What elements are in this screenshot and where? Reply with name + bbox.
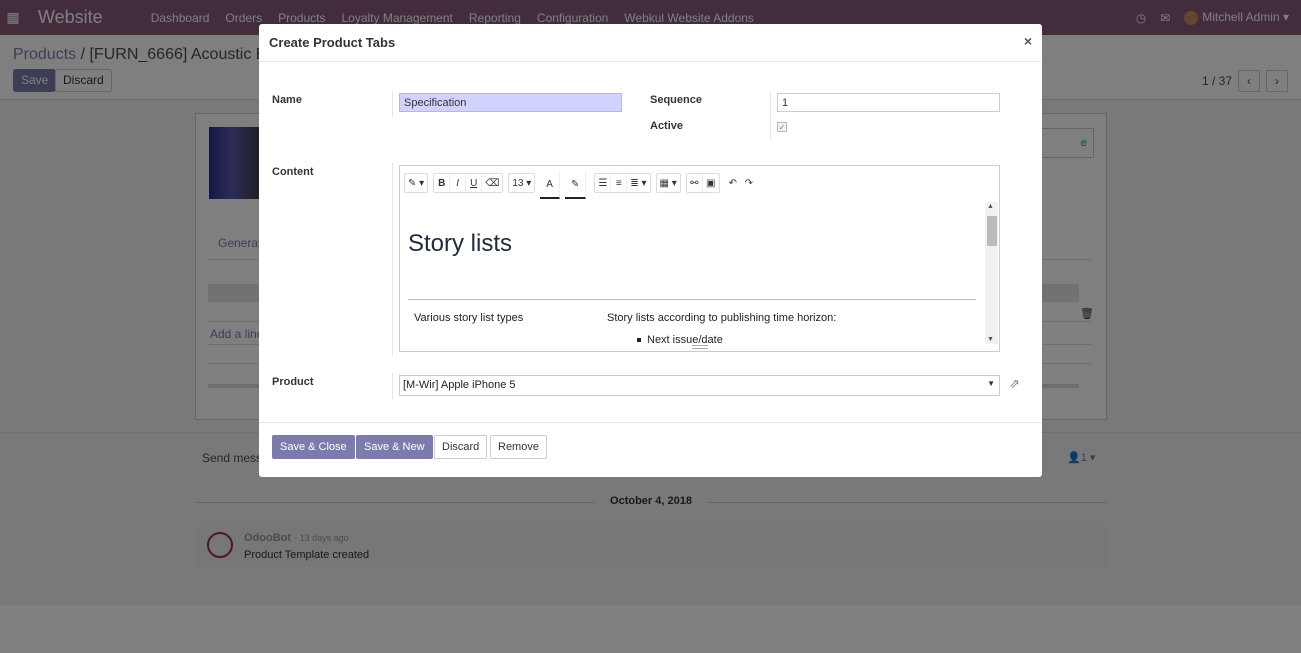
italic-icon[interactable]: I	[450, 174, 467, 192]
undo-icon[interactable]: ↶	[725, 174, 741, 192]
align-icon[interactable]: ≣ ▾	[627, 174, 649, 192]
sequence-input[interactable]	[777, 93, 1000, 112]
divider	[770, 91, 771, 139]
active-label: Active	[650, 120, 684, 132]
caret-down-icon[interactable]: ▼	[987, 379, 995, 388]
html-editor: ✎ ▾ B I U ⌫ 13 ▾ A ✎ ☰ ≡ ≣ ▾ ▦ ▾ ⚯ ▣ ↶ ↷	[399, 165, 1000, 352]
content-divider	[408, 299, 976, 300]
redo-icon[interactable]: ↷	[741, 174, 757, 192]
scrollbar-thumb[interactable]	[987, 216, 997, 246]
close-icon[interactable]: ×	[1024, 33, 1032, 49]
content-label: Content	[272, 166, 314, 178]
editor-content[interactable]: Story lists Various story list types Sto…	[400, 202, 985, 350]
scroll-down-icon[interactable]: ▼	[987, 336, 994, 343]
external-link-icon[interactable]: ⇗	[1009, 376, 1025, 392]
scroll-up-icon[interactable]: ▲	[987, 203, 994, 210]
save-new-button[interactable]: Save & New	[356, 435, 433, 459]
modal-header: Create Product Tabs ×	[259, 24, 1042, 62]
product-value: [M-Wir] Apple iPhone 5	[403, 379, 516, 391]
table-icon[interactable]: ▦ ▾	[657, 174, 680, 192]
content-list-item: Next issue/date	[637, 334, 723, 346]
editor-scrollbar[interactable]: ▲ ▼	[985, 202, 998, 344]
bold-icon[interactable]: B	[434, 174, 451, 192]
numbered-list-icon[interactable]: ≡	[611, 174, 628, 192]
text-color-icon[interactable]: A	[540, 171, 560, 199]
create-product-tabs-dialog: Create Product Tabs × Name Sequence Acti…	[259, 24, 1042, 477]
highlight-brush-icon[interactable]: ✎	[564, 171, 587, 199]
discard-button[interactable]: Discard	[434, 435, 488, 459]
content-cell: Story lists according to publishing time…	[607, 312, 837, 324]
divider	[392, 373, 393, 399]
product-label: Product	[272, 376, 314, 388]
save-close-button[interactable]: Save & Close	[272, 435, 355, 459]
resize-handle[interactable]	[692, 345, 708, 349]
font-size-value: 13	[512, 177, 524, 189]
image-icon[interactable]: ▣	[703, 174, 719, 192]
bullet-list-icon[interactable]: ☰	[595, 174, 612, 192]
underline-icon[interactable]: U	[466, 174, 483, 192]
remove-button[interactable]: Remove	[490, 435, 547, 459]
style-wand-icon[interactable]: ✎ ▾	[405, 174, 427, 192]
divider	[392, 163, 393, 356]
font-size-dropdown[interactable]: 13 ▾	[509, 174, 534, 192]
link-icon[interactable]: ⚯	[687, 174, 703, 192]
modal-footer: Save & Close Save & New Discard Remove	[259, 422, 1042, 477]
content-heading: Story lists	[408, 230, 513, 257]
name-input[interactable]	[399, 93, 622, 112]
modal-title: Create Product Tabs	[269, 35, 396, 50]
divider	[392, 91, 393, 117]
editor-toolbar: ✎ ▾ B I U ⌫ 13 ▾ A ✎ ☰ ≡ ≣ ▾ ▦ ▾ ⚯ ▣ ↶ ↷	[400, 166, 999, 200]
eraser-icon[interactable]: ⌫	[482, 174, 502, 192]
product-select[interactable]: [M-Wir] Apple iPhone 5 ▼	[399, 375, 1000, 396]
active-checkbox[interactable]: ✓	[777, 122, 787, 132]
content-cell: Various story list types	[414, 312, 524, 324]
name-label: Name	[272, 94, 302, 106]
sequence-label: Sequence	[650, 94, 702, 106]
